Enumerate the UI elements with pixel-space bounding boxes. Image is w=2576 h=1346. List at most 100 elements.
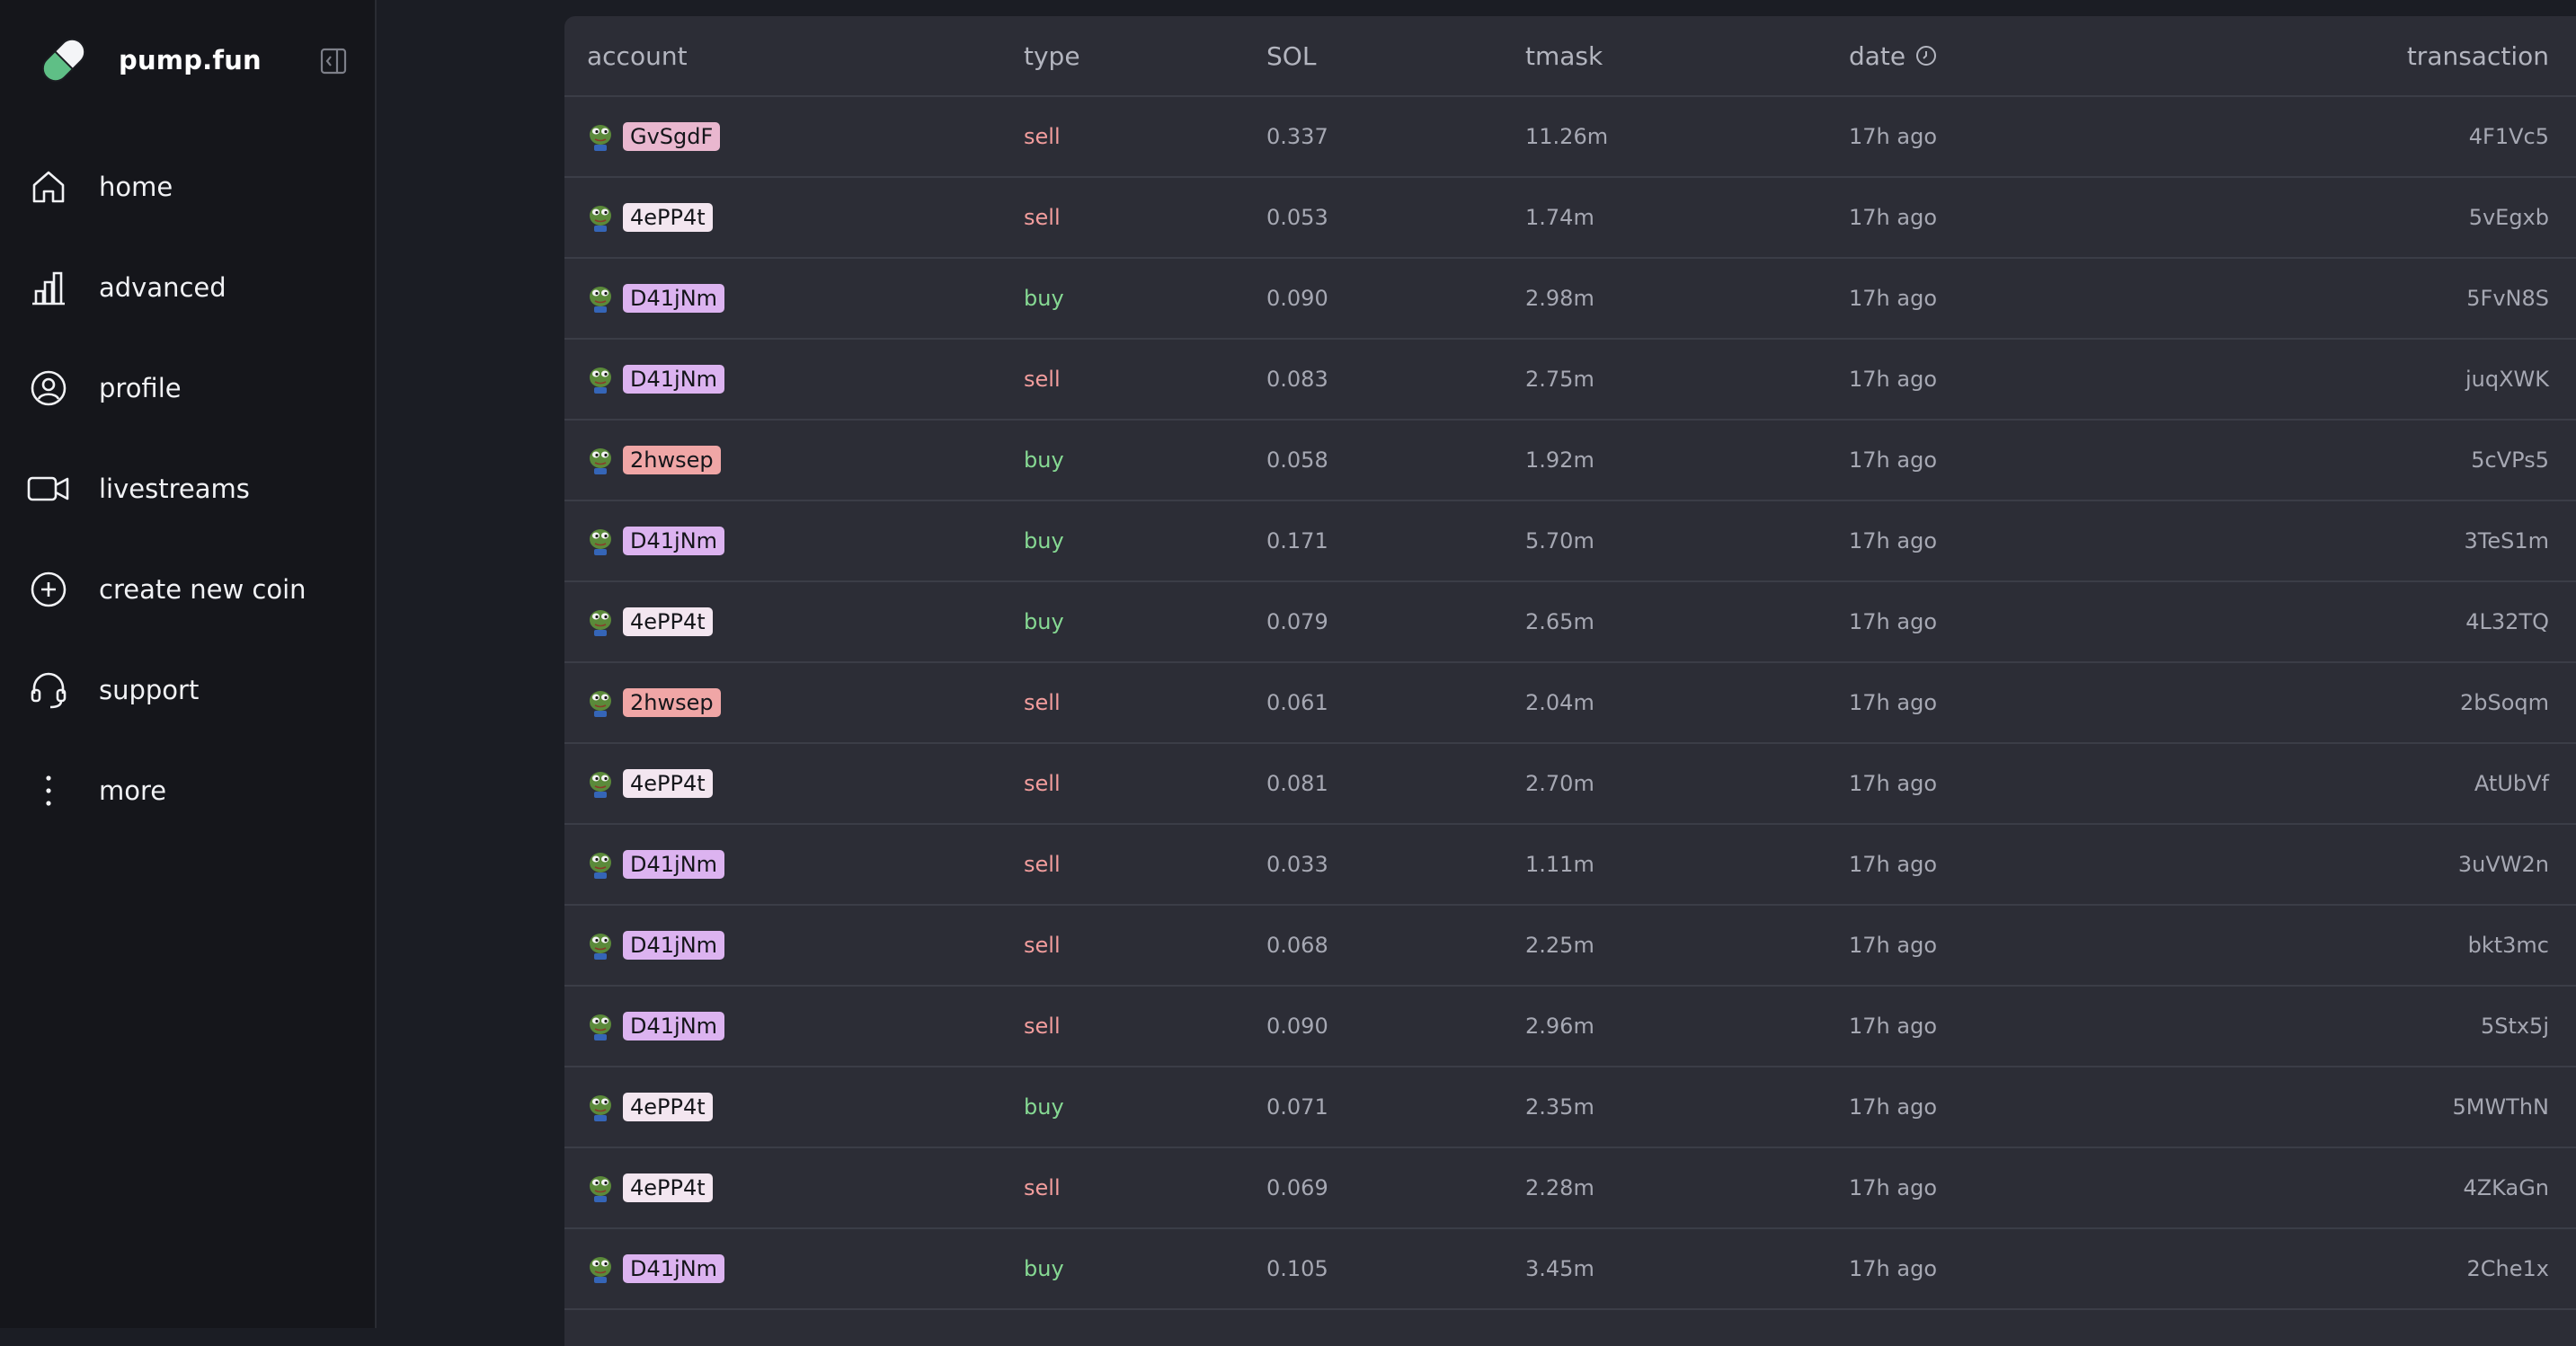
account-cell[interactable]: 4ePP4t — [564, 203, 1024, 232]
account-tag[interactable]: D41jNm — [623, 284, 725, 313]
collapse-sidebar-icon[interactable] — [320, 48, 347, 75]
trade-type: buy — [1024, 528, 1064, 553]
sol-amount: 0.083 — [1266, 367, 1328, 392]
transaction-link[interactable]: 4L32TQ — [2465, 609, 2549, 634]
trade-type: sell — [1024, 124, 1061, 149]
trade-date: 17h ago — [1849, 771, 1938, 796]
sidebar-item-label: advanced — [99, 272, 227, 303]
account-tag[interactable]: D41jNm — [623, 527, 725, 555]
sidebar-item-more[interactable]: more — [0, 740, 377, 841]
account-cell[interactable]: D41jNm — [564, 284, 1024, 313]
trade-date: 17h ago — [1849, 286, 1938, 311]
sol-amount: 0.033 — [1266, 852, 1328, 877]
account-cell[interactable]: D41jNm — [564, 850, 1024, 879]
header-transaction: transaction — [2406, 40, 2549, 71]
account-tag[interactable]: 4ePP4t — [623, 203, 713, 232]
account-cell[interactable]: 2hwsep — [564, 688, 1024, 717]
transaction-link[interactable]: 4F1Vc5 — [2469, 124, 2549, 149]
account-cell[interactable]: D41jNm — [564, 931, 1024, 960]
headset-icon — [27, 669, 70, 712]
clock-icon[interactable] — [1914, 44, 1938, 67]
account-tag[interactable]: 4ePP4t — [623, 607, 713, 636]
token-amount: 2.75m — [1525, 367, 1594, 392]
account-cell[interactable]: D41jNm — [564, 1012, 1024, 1040]
token-amount: 3.45m — [1525, 1256, 1594, 1281]
sol-amount: 0.105 — [1266, 1256, 1328, 1281]
transaction-link[interactable]: 3TeS1m — [2465, 528, 2550, 553]
trade-date: 17h ago — [1849, 852, 1938, 877]
token-amount: 1.92m — [1525, 447, 1594, 473]
frog-avatar-icon — [590, 1095, 611, 1121]
sidebar-item-livestreams[interactable]: livestreams — [0, 438, 377, 539]
trade-type: sell — [1024, 852, 1061, 877]
table-row: 2hwsep sell 0.061 2.04m 17h ago 2bSoqm — [564, 663, 2576, 744]
sidebar-item-label: create new coin — [99, 574, 306, 605]
sol-amount: 0.337 — [1266, 124, 1328, 149]
account-cell[interactable]: 4ePP4t — [564, 1093, 1024, 1121]
transaction-link[interactable]: 5cVPs5 — [2471, 447, 2549, 473]
account-tag[interactable]: 4ePP4t — [623, 769, 713, 798]
transaction-link[interactable]: 4ZKaGn — [2463, 1175, 2549, 1200]
account-cell[interactable]: 2hwsep — [564, 446, 1024, 474]
header-sol: SOL — [1266, 40, 1317, 71]
trade-type: buy — [1024, 609, 1064, 634]
transaction-link[interactable]: bkt3mc — [2468, 933, 2549, 958]
trades-panel: account type SOL tmask date transaction … — [564, 16, 2576, 1346]
table-row: GvSgdF sell 0.337 11.26m 17h ago 4F1Vc5 — [564, 97, 2576, 178]
table-row: D41jNm sell 0.090 2.96m 17h ago 5Stx5j — [564, 987, 2576, 1067]
sidebar-item-advanced[interactable]: advanced — [0, 237, 377, 338]
account-tag[interactable]: 2hwsep — [623, 446, 721, 474]
sidebar-item-support[interactable]: support — [0, 640, 377, 740]
account-tag[interactable]: D41jNm — [623, 850, 725, 879]
token-amount: 2.04m — [1525, 690, 1594, 715]
transaction-link[interactable]: 5vEgxb — [2469, 205, 2549, 230]
transaction-link[interactable]: 2bSoqm — [2460, 690, 2549, 715]
account-tag[interactable]: D41jNm — [623, 365, 725, 394]
transaction-link[interactable]: 5Stx5j — [2481, 1014, 2549, 1039]
transaction-link[interactable]: 5MWThN — [2452, 1094, 2549, 1120]
sol-amount: 0.068 — [1266, 933, 1328, 958]
sidebar: pump.fun home advanced profile livestrea… — [0, 0, 377, 1328]
transaction-link[interactable]: 2Che1x — [2467, 1256, 2549, 1281]
account-tag[interactable]: D41jNm — [623, 931, 725, 960]
sidebar-item-label: support — [99, 675, 200, 705]
account-cell[interactable]: 4ePP4t — [564, 1173, 1024, 1202]
account-tag[interactable]: 2hwsep — [623, 688, 721, 717]
sol-amount: 0.081 — [1266, 771, 1328, 796]
trade-type: sell — [1024, 690, 1061, 715]
token-amount: 1.74m — [1525, 205, 1594, 230]
account-cell[interactable]: D41jNm — [564, 1254, 1024, 1283]
table-row: 4ePP4t sell 0.081 2.70m 17h ago AtUbVf — [564, 744, 2576, 825]
account-cell[interactable]: 4ePP4t — [564, 607, 1024, 636]
account-tag[interactable]: D41jNm — [623, 1254, 725, 1283]
sidebar-item-home[interactable]: home — [0, 137, 377, 237]
plus-circle-icon — [27, 568, 70, 611]
brand[interactable]: pump.fun — [32, 27, 262, 93]
transaction-link[interactable]: 3uVW2n — [2458, 852, 2549, 877]
account-tag[interactable]: GvSgdF — [623, 122, 721, 151]
account-tag[interactable]: 4ePP4t — [623, 1093, 713, 1121]
transaction-link[interactable]: juqXWK — [2465, 367, 2549, 392]
frog-avatar-icon — [590, 610, 611, 636]
transaction-link[interactable]: 5FvN8S — [2466, 286, 2549, 311]
account-tag[interactable]: 4ePP4t — [623, 1173, 713, 1202]
account-cell[interactable]: D41jNm — [564, 365, 1024, 394]
sidebar-item-create-new-coin[interactable]: create new coin — [0, 539, 377, 640]
account-cell[interactable]: 4ePP4t — [564, 769, 1024, 798]
trade-type: sell — [1024, 933, 1061, 958]
transaction-link[interactable]: AtUbVf — [2474, 771, 2549, 796]
account-cell[interactable]: GvSgdF — [564, 122, 1024, 151]
bar-chart-icon — [27, 266, 70, 309]
trade-date: 17h ago — [1849, 1175, 1938, 1200]
token-amount: 2.28m — [1525, 1175, 1594, 1200]
table-header: account type SOL tmask date transaction — [564, 16, 2576, 97]
account-tag[interactable]: D41jNm — [623, 1012, 725, 1040]
trade-type: buy — [1024, 1256, 1064, 1281]
trade-date: 17h ago — [1849, 609, 1938, 634]
video-camera-icon — [27, 467, 70, 510]
header-date[interactable]: date — [1849, 41, 2226, 71]
sidebar-item-profile[interactable]: profile — [0, 338, 377, 438]
table-row: D41jNm sell 0.068 2.25m 17h ago bkt3mc — [564, 906, 2576, 987]
account-cell[interactable]: D41jNm — [564, 527, 1024, 555]
trade-type: sell — [1024, 1175, 1061, 1200]
